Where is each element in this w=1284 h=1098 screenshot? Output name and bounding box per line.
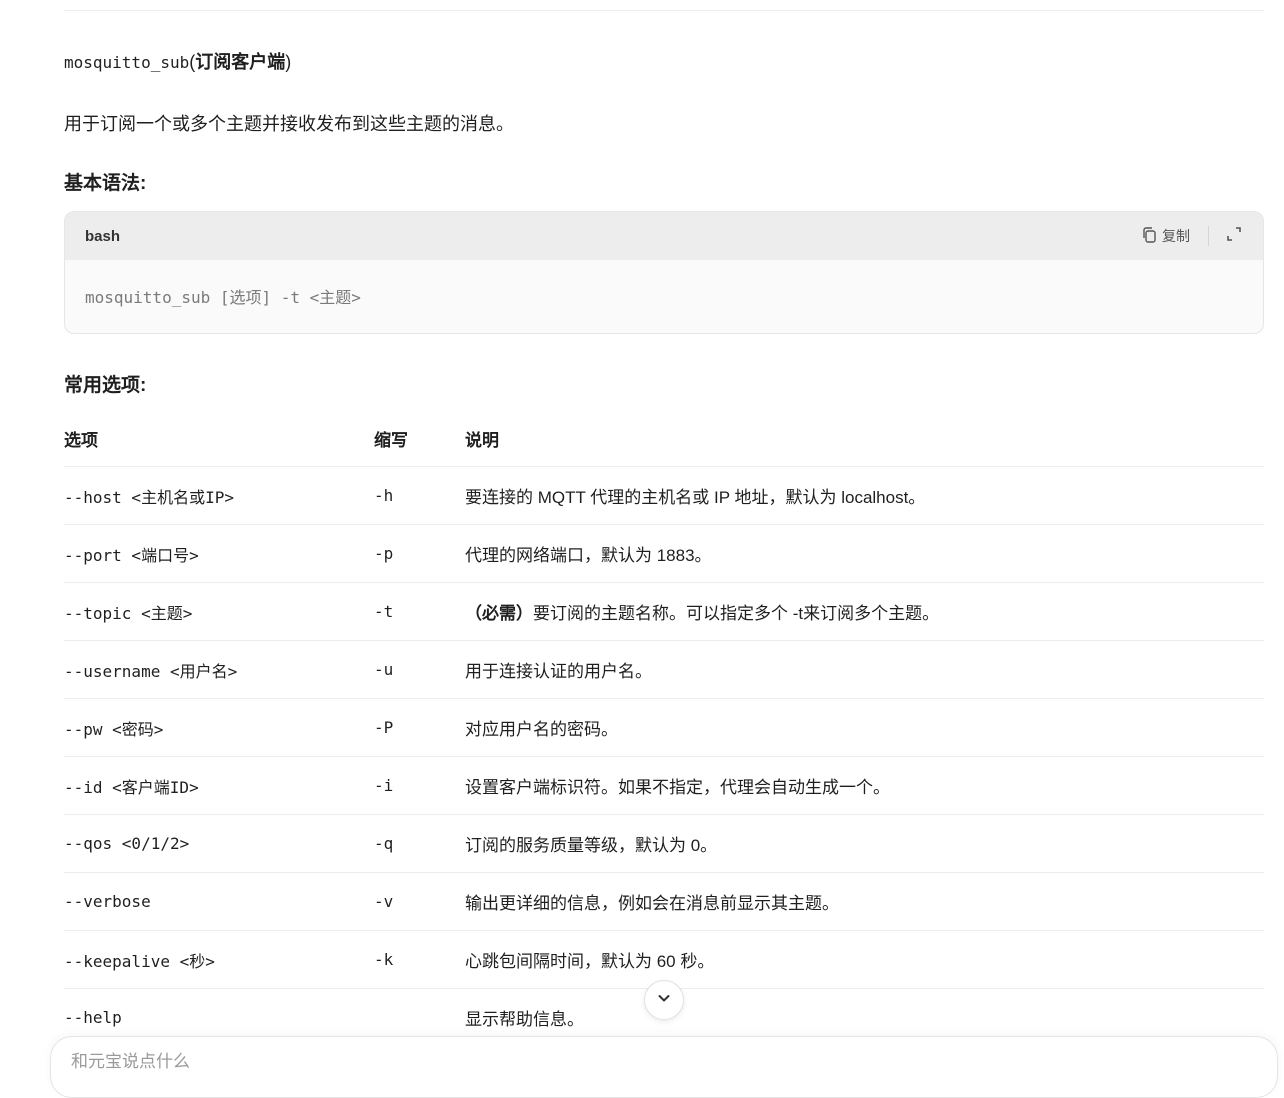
top-divider — [64, 10, 1264, 11]
header-option: 选项 — [64, 410, 374, 467]
copy-label: 复制 — [1162, 228, 1190, 244]
abbr-cell: -q — [374, 814, 465, 873]
description-cell: 订阅的服务质量等级，默认为 0。 — [465, 814, 1264, 873]
option-cell: --keepalive <秒> — [64, 930, 374, 989]
code-block: bash 复制 mosquitto_sub [选项] -t <主题> — [64, 211, 1264, 334]
code-language: bash — [85, 227, 121, 245]
option-cell: --topic <主题> — [64, 582, 374, 641]
option-cell: --username <用户名> — [64, 640, 374, 699]
chat-input-container — [50, 1036, 1278, 1098]
copy-icon — [1140, 226, 1158, 247]
options-heading: 常用选项: — [64, 375, 147, 396]
description-cell: 要连接的 MQTT 代理的主机名或 IP 地址，默认为 localhost。 — [465, 466, 1264, 525]
option-cell: --id <客户端ID> — [64, 756, 374, 815]
description-text: 要订阅的主题名称。可以指定多个 -t来订阅多个主题。 — [533, 604, 940, 623]
options-table: 选项 缩写 说明 --host <主机名或IP> -h 要连接的 MQTT 代理… — [64, 410, 1264, 1047]
intro-text: 用于订阅一个或多个主题并接收发布到这些主题的消息。 — [64, 114, 514, 134]
expand-button[interactable] — [1225, 225, 1243, 248]
table-row: --verbose -v 输出更详细的信息，例如会在消息前显示其主题。 — [64, 872, 1264, 931]
description-cell: 代理的网络端口，默认为 1883。 — [465, 524, 1264, 583]
header-description: 说明 — [465, 410, 1264, 467]
table-header-row: 选项 缩写 说明 — [64, 410, 1264, 467]
table-row: --host <主机名或IP> -h 要连接的 MQTT 代理的主机名或 IP … — [64, 466, 1264, 525]
description-cell: 输出更详细的信息，例如会在消息前显示其主题。 — [465, 872, 1264, 931]
scroll-to-bottom-button[interactable] — [644, 980, 684, 1020]
option-cell: --verbose — [64, 872, 374, 931]
table-row: --qos <0/1/2> -q 订阅的服务质量等级，默认为 0。 — [64, 814, 1264, 873]
abbr-cell: -v — [374, 872, 465, 931]
expand-icon — [1225, 225, 1243, 248]
code-line: mosquitto_sub [选项] -t <主题> — [85, 288, 361, 307]
option-cell: --qos <0/1/2> — [64, 814, 374, 873]
description-cell: （必需）要订阅的主题名称。可以指定多个 -t来订阅多个主题。 — [465, 582, 1264, 641]
table-row: --port <端口号> -p 代理的网络端口，默认为 1883。 — [64, 524, 1264, 583]
abbr-cell: -i — [374, 756, 465, 815]
code-actions: 复制 — [1140, 225, 1243, 248]
chat-input[interactable] — [69, 1051, 1173, 1073]
abbr-cell: -t — [374, 582, 465, 641]
option-cell: --port <端口号> — [64, 524, 374, 583]
chevron-down-icon — [656, 990, 672, 1011]
description-cell: 用于连接认证的用户名。 — [465, 640, 1264, 699]
table-row: --pw <密码> -P 对应用户名的密码。 — [64, 698, 1264, 757]
table-row: --username <用户名> -u 用于连接认证的用户名。 — [64, 640, 1264, 699]
table-row: --id <客户端ID> -i 设置客户端标识符。如果不指定，代理会自动生成一个… — [64, 756, 1264, 815]
table-row: --topic <主题> -t （必需）要订阅的主题名称。可以指定多个 -t来订… — [64, 582, 1264, 641]
description-cell: 心跳包间隔时间，默认为 60 秒。 — [465, 930, 1264, 989]
section-command: mosquitto_sub — [64, 53, 190, 72]
section-title: mosquitto_sub(订阅客户端) — [64, 52, 292, 72]
abbr-cell: -p — [374, 524, 465, 583]
syntax-heading: 基本语法: — [64, 173, 147, 194]
section-label: 订阅客户端 — [195, 52, 286, 72]
header-abbr: 缩写 — [374, 410, 465, 467]
abbr-cell: -h — [374, 466, 465, 525]
actions-divider — [1208, 226, 1209, 246]
abbr-cell: -P — [374, 698, 465, 757]
copy-button[interactable]: 复制 — [1140, 226, 1190, 247]
description-cell: 对应用户名的密码。 — [465, 698, 1264, 757]
abbr-cell: -k — [374, 930, 465, 989]
code-header: bash 复制 — [65, 212, 1263, 260]
option-cell: --pw <密码> — [64, 698, 374, 757]
required-tag: （必需） — [465, 604, 533, 623]
abbr-cell: -u — [374, 640, 465, 699]
description-cell: 设置客户端标识符。如果不指定，代理会自动生成一个。 — [465, 756, 1264, 815]
option-cell: --host <主机名或IP> — [64, 466, 374, 525]
